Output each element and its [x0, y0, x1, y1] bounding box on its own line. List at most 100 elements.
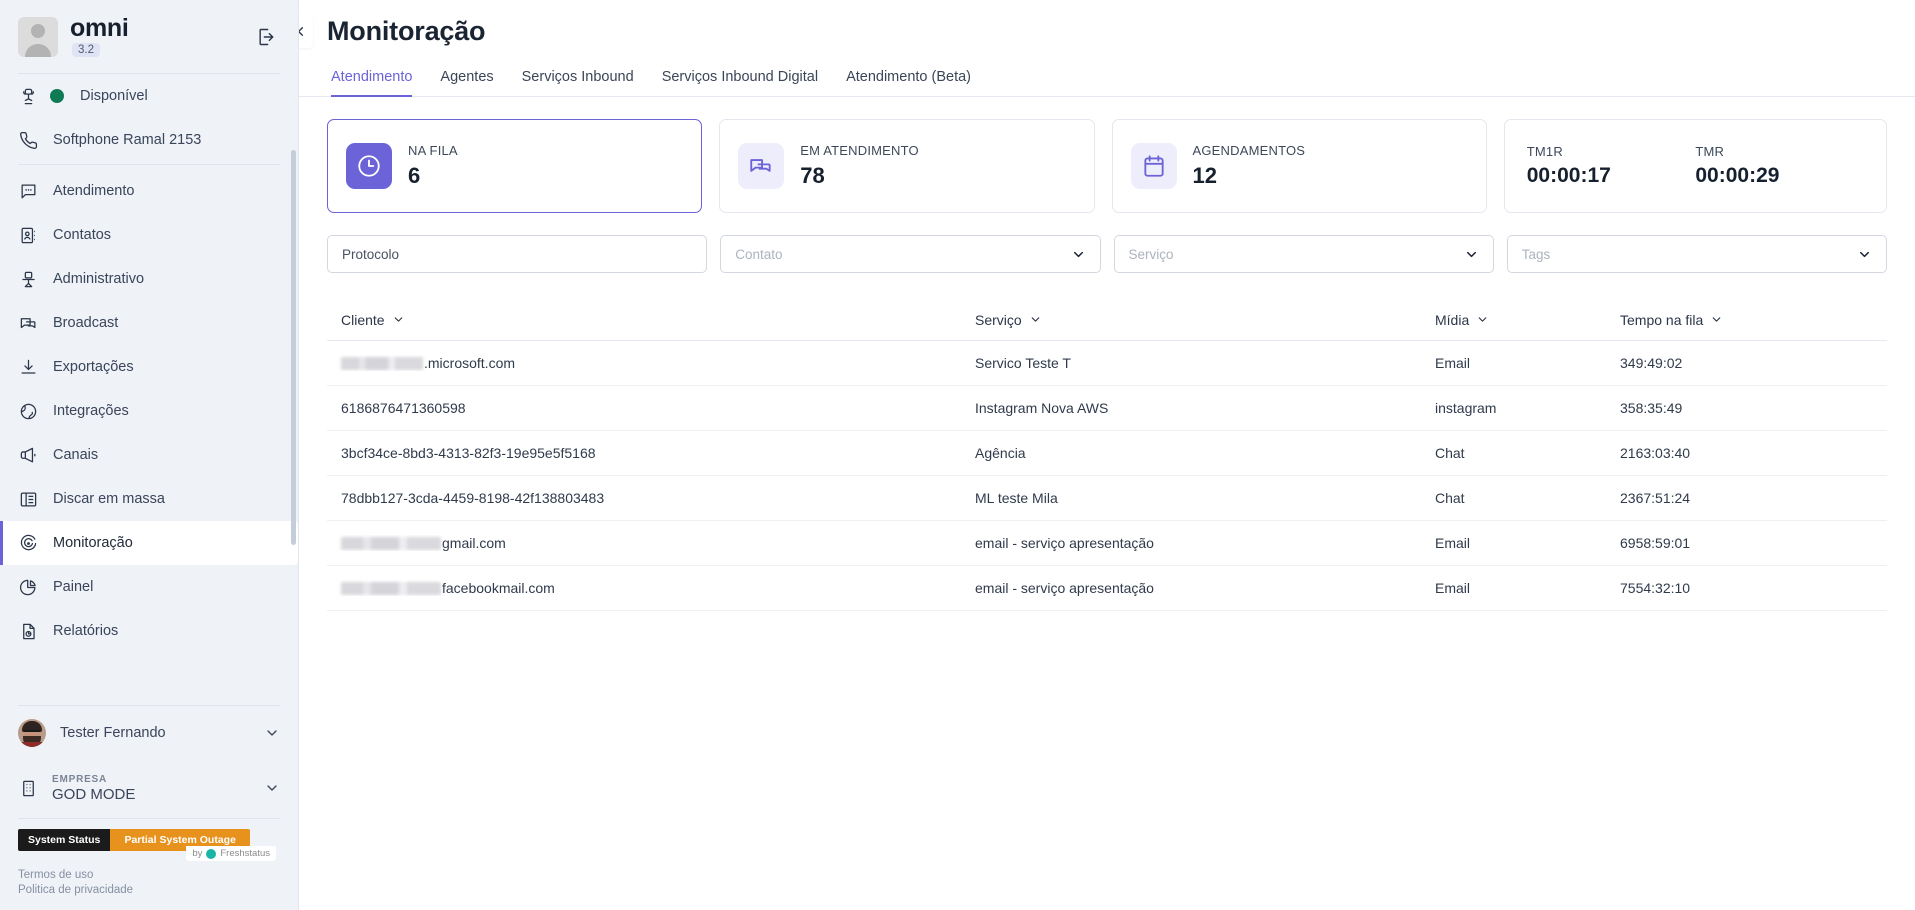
table-row[interactable]: 78dbb127-3cda-4459-8198-42f138803483 ML t… [327, 476, 1887, 521]
cell-tempo-na-fila: 2367:51:24 [1620, 490, 1691, 506]
chevron-down-icon[interactable] [264, 780, 280, 796]
kpi-cards: NA FILA 6 EM ATENDIMENTO 78 AGENDAMENTOS… [327, 119, 1887, 213]
column-header-tempo-na-fila[interactable]: Tempo na fila [1620, 312, 1887, 328]
brand-version-badge: 3.2 [72, 43, 100, 57]
cell-cliente: .microsoft.com [327, 355, 975, 371]
cell-midia: Email [1435, 535, 1471, 551]
report-document-icon [18, 621, 38, 641]
clock-icon [346, 143, 392, 189]
column-header-servico[interactable]: Serviço [975, 312, 1435, 328]
sidebar-company-row[interactable]: EMPRESA GOD MODE [0, 760, 298, 816]
tab-servicos-inbound-digital[interactable]: Serviços Inbound Digital [648, 69, 832, 96]
privacy-link[interactable]: Politica de privacidade [18, 884, 280, 896]
tab-servicos-inbound[interactable]: Serviços Inbound [508, 69, 648, 96]
table-row[interactable]: .microsoft.com Servico Teste T Email 349:49… [327, 341, 1887, 386]
sidebar-item-canais[interactable]: Canais [0, 433, 298, 477]
agent-headset-icon [18, 86, 38, 106]
column-header-midia[interactable]: Mídia [1435, 312, 1620, 328]
system-status-label: System Status [18, 829, 111, 851]
tab-atendimento[interactable]: Atendimento [327, 69, 426, 97]
cell-midia: Chat [1435, 445, 1465, 461]
table-body: .microsoft.com Servico Teste T Email 349:49… [327, 341, 1887, 611]
sidebar-item-discar-em-massa[interactable]: Discar em massa [0, 477, 298, 521]
kpi-value: 6 [408, 163, 421, 188]
cell-midia: Email [1435, 580, 1471, 596]
protocolo-input[interactable]: Protocolo [327, 235, 708, 273]
kpi-label: EM ATENDIMENTO [800, 143, 919, 158]
table-header: Cliente Serviço Mídia Tempo na fila [327, 299, 1887, 341]
system-status-widget[interactable]: System Status Partial System Outage by F… [0, 819, 298, 861]
sidebar-item-label: Atendimento [53, 183, 135, 199]
tags-select[interactable]: Tags [1506, 235, 1887, 273]
table-row[interactable]: 3bcf34ce-8bd3-4313-82f3-19e95e5f5168 Agên… [327, 431, 1887, 476]
cell-midia: Email [1435, 355, 1471, 371]
sidebar-item-exportacoes[interactable]: Exportações [0, 345, 298, 389]
filter-bar: Protocolo Contato Serviço Tags [327, 235, 1887, 273]
contato-select[interactable]: Contato [720, 235, 1101, 273]
sidebar-item-broadcast[interactable]: Broadcast [0, 301, 298, 345]
column-header-cliente[interactable]: Cliente [327, 312, 975, 328]
cell-midia: instagram [1435, 400, 1497, 416]
cell-tempo-na-fila: 349:49:02 [1620, 355, 1683, 371]
sidebar-item-monitoracao[interactable]: Monitoração [0, 521, 298, 565]
cell-cliente: 78dbb127-3cda-4459-8198-42f138803483 [327, 490, 975, 506]
cell-servico: ML teste Mila [975, 490, 1058, 506]
brand: omni 3.2 [70, 16, 240, 57]
logout-icon[interactable] [252, 23, 280, 51]
cell-tempo-na-fila: 6958:59:01 [1620, 535, 1691, 551]
target-icon [18, 533, 38, 553]
pie-chart-icon [18, 577, 38, 597]
sidebar-item-label: Exportações [53, 359, 134, 375]
metric-tmr: TMR 00:00:29 [1695, 144, 1864, 188]
content-area: NA FILA 6 EM ATENDIMENTO 78 AGENDAMENTOS… [299, 97, 1915, 611]
sidebar-user-name: Tester Fernando [60, 725, 166, 741]
kpi-card-em-atendimento[interactable]: EM ATENDIMENTO 78 [719, 119, 1095, 213]
terms-link[interactable]: Termos de uso [18, 869, 280, 881]
chevron-down-icon[interactable] [264, 725, 280, 741]
redacted-text [341, 357, 423, 370]
queue-table: Cliente Serviço Mídia Tempo na fila .mic… [327, 299, 1887, 611]
cell-servico: Agência [975, 445, 1026, 461]
chevron-down-icon [1071, 247, 1086, 262]
kpi-card-agendamentos[interactable]: AGENDAMENTOS 12 [1111, 119, 1487, 213]
cell-cliente: 6186876471360598 [327, 400, 975, 416]
table-row[interactable]: gmail.com email - serviço apresentação Ema… [327, 521, 1887, 566]
cell-tempo-na-fila: 2163:03:40 [1620, 445, 1691, 461]
column-label: Cliente [341, 311, 385, 328]
cell-servico: Instagram Nova AWS [975, 400, 1109, 416]
sidebar-item-contatos[interactable]: Contatos [0, 213, 298, 257]
cliente-text: 6186876471360598 [341, 400, 466, 416]
softphone-row[interactable]: Softphone Ramal 2153 [0, 118, 298, 162]
sidebar-item-painel[interactable]: Painel [0, 565, 298, 609]
sidebar-header: omni 3.2 [0, 0, 298, 71]
company-label: EMPRESA [52, 773, 108, 785]
tab-agentes[interactable]: Agentes [426, 69, 507, 96]
softphone-label: Softphone Ramal 2153 [53, 132, 202, 148]
kpi-value: 12 [1192, 163, 1217, 188]
company-name: GOD MODE [52, 785, 136, 803]
sidebar-item-atendimento[interactable]: Atendimento [0, 169, 298, 213]
sidebar-scrollbar[interactable] [291, 150, 296, 545]
sidebar-user-row[interactable]: Tester Fernando [0, 706, 298, 760]
table-row[interactable]: 6186876471360598 Instagram Nova AWS instag… [327, 386, 1887, 431]
sidebar-item-administrativo[interactable]: Administrativo [0, 257, 298, 301]
broadcast-bubbles-icon [18, 313, 38, 333]
kpi-card-metrics[interactable]: TM1R 00:00:17 TMR 00:00:29 [1503, 119, 1887, 213]
sidebar-collapse-button[interactable] [299, 14, 313, 48]
sidebar-item-label: Contatos [53, 227, 112, 243]
cliente-text: facebookmail.com [442, 580, 555, 596]
table-row[interactable]: facebookmail.com email - serviço apresent… [327, 566, 1887, 611]
sidebar-item-label: Canais [53, 447, 99, 463]
kpi-card-na-fila[interactable]: NA FILA 6 [327, 119, 703, 213]
sidebar-item-relatorios[interactable]: Relatórios [0, 609, 298, 653]
sidebar-item-label: Discar em massa [53, 491, 165, 507]
kpi-value: 78 [800, 163, 825, 188]
contato-placeholder: Contato [735, 246, 783, 262]
sidebar-item-integracoes[interactable]: Integrações [0, 389, 298, 433]
servico-select[interactable]: Serviço [1113, 235, 1494, 273]
redacted-text [341, 582, 441, 595]
chevron-down-icon [1476, 313, 1489, 326]
protocolo-placeholder: Protocolo [342, 246, 400, 262]
agent-status-row[interactable]: Disponível [0, 74, 298, 118]
tab-atendimento-beta[interactable]: Atendimento (Beta) [832, 69, 985, 96]
